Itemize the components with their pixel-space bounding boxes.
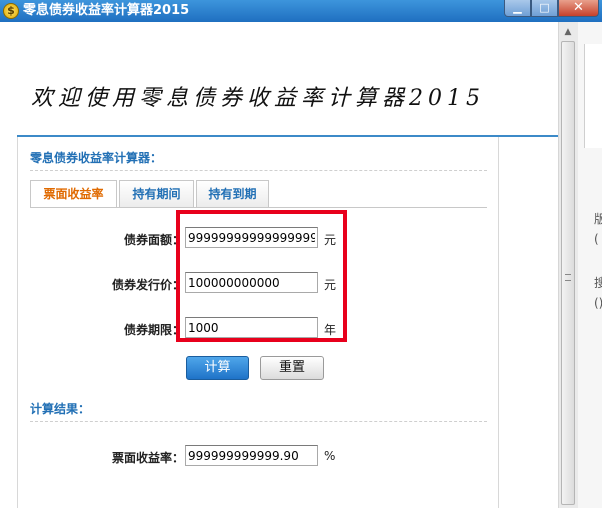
dashed-divider [30,170,487,171]
grip-icon [565,274,571,281]
background-text: ( [594,232,599,246]
issue-price-label: 债券发行价： [111,278,184,292]
background-text: () [594,296,602,310]
tab-baseline [30,207,487,208]
background-text: 搜 [594,276,602,290]
scroll-up-arrow-icon[interactable]: ▲ [559,24,577,40]
result-title: 计算结果： [30,402,91,416]
maximize-button[interactable]: □ [531,0,558,17]
background-text: 版 [594,212,602,226]
reset-button[interactable]: 重置 [260,356,324,380]
minimize-button[interactable]: ▁ [504,0,531,17]
title-bar: $ 零息债券收益率计算器2015 ▁ □ ✕ [0,0,602,22]
vertical-scrollbar[interactable]: ▲ [558,22,578,508]
background-window-strip [584,44,602,148]
highlight-box [176,210,347,342]
app-dollar-icon: $ [3,3,19,19]
welcome-heading: 欢迎使用零息债券收益率计算器2015 [31,86,485,111]
coupon-yield-unit: % [324,449,336,463]
tab-coupon-yield[interactable]: 票面收益率 [30,180,117,208]
window-title: 零息债券收益率计算器2015 [23,3,190,18]
scrollbar-thumb[interactable] [561,41,575,505]
coupon-yield-output[interactable] [185,445,318,466]
dashed-divider [30,421,487,422]
term-label: 债券期限： [123,323,184,337]
tab-holding-period[interactable]: 持有期间 [119,180,194,207]
face-value-label: 债券面额： [123,233,184,247]
coupon-yield-label: 票面收益率： [111,451,184,465]
close-button[interactable]: ✕ [558,0,599,17]
section-title: 零息债券收益率计算器： [30,151,163,165]
calculate-button[interactable]: 计算 [186,356,249,380]
tab-hold-to-maturity[interactable]: 持有到期 [196,180,269,207]
